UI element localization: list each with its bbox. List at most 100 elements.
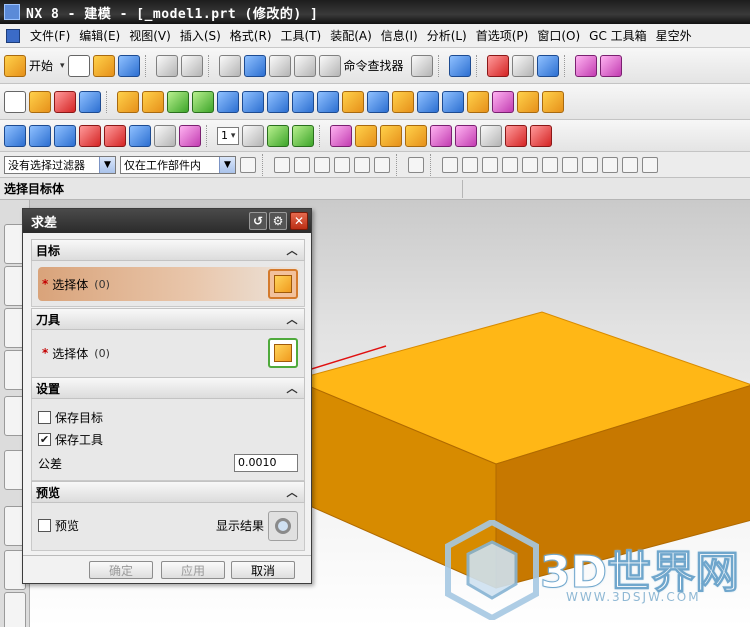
type-filter-select[interactable]: 没有选择过滤器 ▼ (4, 155, 116, 174)
scale-body-icon[interactable] (542, 90, 564, 113)
snap-center-icon[interactable] (542, 156, 558, 173)
layer-select[interactable]: 1 ▾ (217, 126, 240, 145)
menu-xingkong[interactable]: 星空外 (656, 27, 701, 44)
menu-format[interactable]: 格式(R) (230, 27, 281, 44)
ok-button[interactable]: 确定 (89, 561, 153, 579)
shell-icon[interactable] (392, 90, 414, 113)
apply-button[interactable]: 应用 (161, 561, 225, 579)
preview-checkbox-row[interactable]: 预览 (38, 517, 79, 534)
unite-icon[interactable] (167, 90, 189, 113)
chevron-up-icon[interactable]: ︿ (284, 242, 300, 258)
redo-icon[interactable] (180, 54, 203, 77)
wcs-icon[interactable] (574, 54, 597, 77)
cancel-button[interactable]: 取消 (231, 561, 295, 579)
intersect-icon[interactable] (217, 90, 239, 113)
trim-body-icon[interactable] (442, 90, 464, 113)
chevron-down-icon[interactable]: ▾ (60, 61, 65, 71)
menu-insert[interactable]: 插入(S) (180, 27, 230, 44)
snap-assist-icon[interactable] (354, 156, 370, 173)
through-mesh-icon[interactable] (29, 124, 51, 147)
snap-line-icon[interactable] (482, 156, 498, 173)
menu-tools[interactable]: 工具(T) (281, 27, 331, 44)
snap-existing-point-icon[interactable] (582, 156, 598, 173)
tool-select-button[interactable] (268, 338, 298, 368)
start-icon[interactable] (4, 54, 26, 77)
new-file-icon[interactable] (67, 54, 90, 77)
through-curves-icon[interactable] (4, 124, 26, 147)
snap-endpoint-icon[interactable] (442, 156, 458, 173)
datum-plane-icon[interactable] (117, 90, 139, 113)
draft-icon[interactable] (417, 90, 439, 113)
mate-component-icon[interactable] (430, 124, 453, 147)
sew-icon[interactable] (104, 124, 126, 147)
scope-filter-select[interactable]: 仅在工作部件内 ▼ (120, 155, 236, 174)
snap-face-icon[interactable] (622, 156, 638, 173)
snap-control-point-icon[interactable] (522, 156, 538, 173)
clearance-icon[interactable] (530, 124, 553, 147)
sketch-icon[interactable] (4, 90, 26, 113)
tool-group-header[interactable]: 刀具 ︿ (31, 308, 305, 330)
target-select-body[interactable]: * 选择体 (0) (38, 267, 300, 301)
offset-face-icon[interactable] (492, 90, 514, 113)
edit-object-icon[interactable] (243, 54, 266, 77)
subtract-icon[interactable] (192, 90, 214, 113)
view-orientation-icon[interactable] (536, 54, 559, 77)
chevron-up-icon[interactable]: ︿ (284, 311, 300, 327)
preview-checkbox[interactable] (38, 519, 51, 532)
chamfer-icon[interactable] (367, 90, 389, 113)
chevron-down-icon[interactable]: ▼ (99, 156, 115, 173)
snap-intersection-icon[interactable] (602, 156, 618, 173)
studio-surface-icon[interactable] (154, 124, 176, 147)
assembly-navigator-icon[interactable] (330, 124, 353, 147)
fit-view-icon[interactable] (486, 54, 509, 77)
axis-icon[interactable] (599, 54, 622, 77)
menu-assemblies[interactable]: 装配(A) (330, 27, 381, 44)
tool-select-body[interactable]: * 选择体 (0) (38, 336, 300, 370)
quick-pick-icon[interactable] (374, 156, 390, 173)
settings-group-header[interactable]: 设置 ︿ (31, 377, 305, 399)
move-to-layer-icon[interactable] (267, 124, 290, 147)
feature-select-icon[interactable] (314, 156, 330, 173)
info-icon[interactable] (448, 54, 471, 77)
chevron-up-icon[interactable]: ︿ (284, 484, 300, 500)
nx-menu-icon[interactable] (6, 28, 20, 43)
split-body-icon[interactable] (467, 90, 489, 113)
pattern-icon[interactable] (292, 90, 314, 113)
keep-target-checkbox-row[interactable]: 保存目标 (38, 409, 103, 426)
chevron-down-icon[interactable]: ▾ (228, 131, 236, 141)
snap-quadrant-icon[interactable] (562, 156, 578, 173)
block-icon[interactable] (79, 90, 101, 113)
close-icon[interactable]: ✕ (290, 212, 308, 230)
constraint-icon[interactable] (480, 124, 503, 147)
target-select-button[interactable] (268, 269, 298, 299)
command-finder-button[interactable]: 命令查找器 (344, 57, 404, 74)
tolerance-input[interactable]: 0.0010 (234, 454, 298, 472)
mirror-icon[interactable] (317, 90, 339, 113)
bounded-plane-icon[interactable] (79, 124, 101, 147)
face-blend-icon[interactable] (129, 124, 151, 147)
reset-icon[interactable]: ↺ (249, 212, 267, 230)
preview-group-header[interactable]: 预览 ︿ (31, 481, 305, 503)
gear-icon[interactable]: ⚙ (269, 212, 287, 230)
keep-target-checkbox[interactable] (38, 411, 51, 424)
hole-icon[interactable] (242, 90, 264, 113)
start-button[interactable]: 开始 (29, 57, 53, 74)
new-component-icon[interactable] (380, 124, 403, 147)
menu-preferences[interactable]: 首选项(P) (476, 27, 538, 44)
view-cube-icon[interactable] (642, 156, 658, 173)
paste-icon[interactable] (293, 54, 316, 77)
binoculars-icon[interactable] (318, 54, 341, 77)
undo-selection-icon[interactable] (294, 156, 310, 173)
menu-edit[interactable]: 编辑(E) (79, 27, 129, 44)
menu-view[interactable]: 视图(V) (129, 27, 180, 44)
datum-axis-icon[interactable] (142, 90, 164, 113)
dialog-title-bar[interactable]: 求差 ↺ ⚙ ✕ (23, 209, 311, 233)
snap-midpoint-icon[interactable] (462, 156, 478, 173)
chevron-down-icon[interactable]: ▼ (219, 156, 235, 173)
save-icon[interactable] (117, 54, 140, 77)
roles-tab[interactable] (4, 592, 26, 627)
filter-reset-icon[interactable] (240, 156, 256, 173)
target-group-header[interactable]: 目标 ︿ (31, 239, 305, 261)
keep-tool-checkbox[interactable]: ✔ (38, 433, 51, 446)
edge-blend-icon[interactable] (342, 90, 364, 113)
